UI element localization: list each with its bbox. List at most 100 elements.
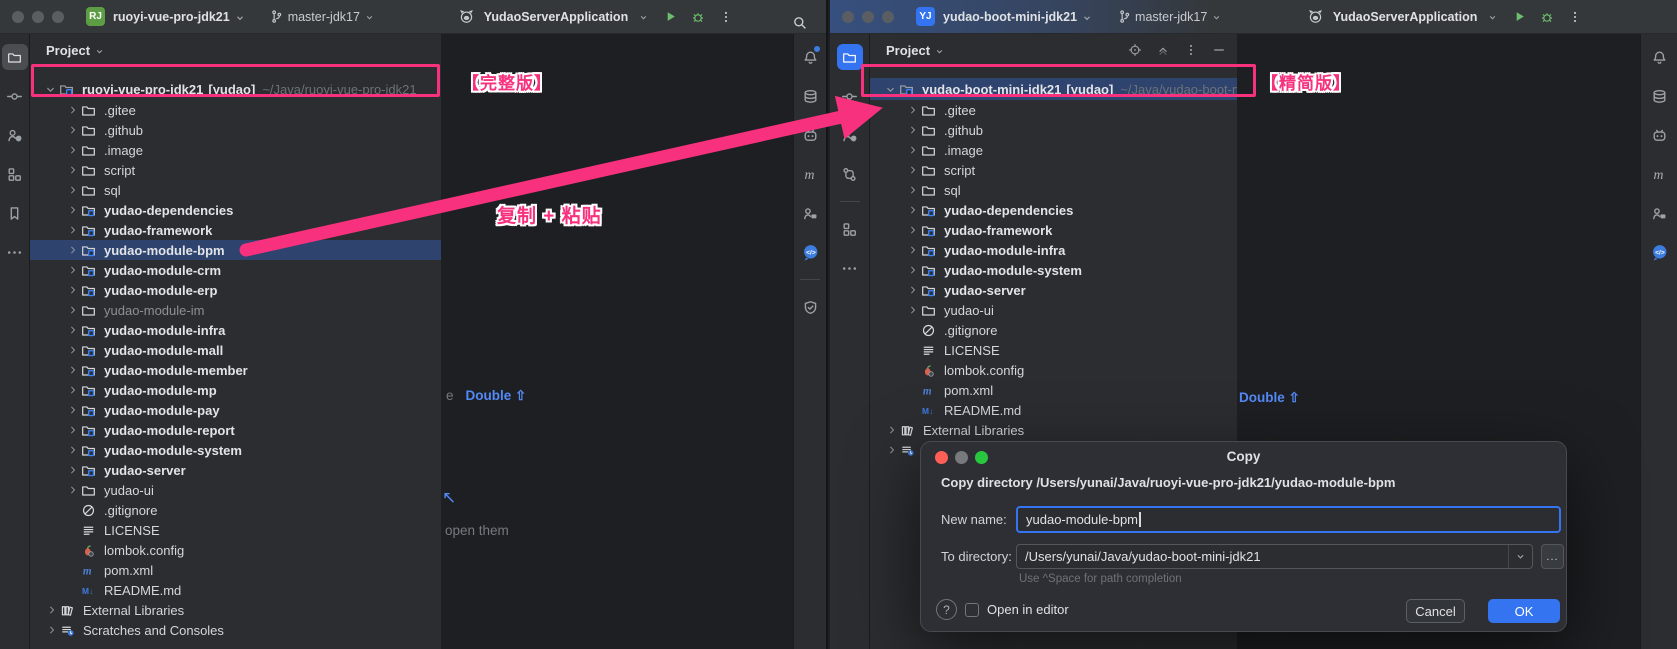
tree-item-pom.xml[interactable]: mpom.xml bbox=[30, 560, 441, 580]
chevron-right-icon[interactable] bbox=[904, 244, 921, 256]
run-play-icon[interactable] bbox=[1508, 6, 1530, 28]
tree-item-yudao-module-bpm[interactable]: yudao-module-bpm bbox=[30, 240, 441, 260]
tree-item-.github[interactable]: .github bbox=[870, 120, 1237, 140]
tree-root-ruoyi-vue-pro-jdk21[interactable]: ruoyi-vue-pro-jdk21 [yudao] ~/Java/ruoyi… bbox=[30, 78, 441, 100]
commit-icon[interactable] bbox=[2, 83, 28, 109]
open-in-editor-checkbox[interactable] bbox=[965, 603, 979, 617]
chevron-right-icon[interactable] bbox=[64, 364, 81, 376]
chevron-right-icon[interactable] bbox=[64, 224, 81, 236]
tree-item-External Libraries[interactable]: External Libraries bbox=[30, 600, 441, 620]
tree-item-.image[interactable]: .image bbox=[870, 140, 1237, 160]
chevron-right-icon[interactable] bbox=[904, 164, 921, 176]
cancel-button[interactable]: Cancel bbox=[1406, 599, 1465, 623]
chevron-right-icon[interactable] bbox=[64, 204, 81, 216]
chevron-right-icon[interactable] bbox=[64, 164, 81, 176]
structure-icon[interactable] bbox=[837, 216, 863, 242]
tree-item-README.md[interactable]: M↓README.md bbox=[30, 580, 441, 600]
ai-assistant-icon[interactable]: </> bbox=[1646, 239, 1672, 265]
tree-item-yudao-ui[interactable]: yudao-ui bbox=[30, 480, 441, 500]
notifications-icon[interactable] bbox=[797, 44, 823, 70]
tree-item-yudao-framework[interactable]: yudao-framework bbox=[30, 220, 441, 240]
tree-item-yudao-module-system[interactable]: yudao-module-system bbox=[870, 260, 1237, 280]
tree-item-yudao-module-report[interactable]: yudao-module-report bbox=[30, 420, 441, 440]
chevron-right-icon[interactable] bbox=[43, 624, 60, 636]
tree-item-External Libraries[interactable]: External Libraries bbox=[870, 420, 1237, 440]
tree-item-yudao-module-im[interactable]: yudao-module-im bbox=[30, 300, 441, 320]
tree-item-.gitignore[interactable]: .gitignore bbox=[30, 500, 441, 520]
chevron-right-icon[interactable] bbox=[904, 124, 921, 136]
docker-icon[interactable] bbox=[1646, 122, 1672, 148]
to-directory-combobox[interactable]: /Users/yunai/Java/yudao-boot-mini-jdk21 bbox=[1016, 544, 1533, 569]
branch-widget[interactable]: master-jdk17 bbox=[266, 6, 379, 28]
notifications-icon[interactable] bbox=[1646, 44, 1672, 70]
chevron-down-icon[interactable] bbox=[882, 83, 899, 96]
structure-icon[interactable] bbox=[2, 161, 28, 187]
chevron-right-icon[interactable] bbox=[64, 124, 81, 136]
run-configuration[interactable]: YudaoServerApplication bbox=[1333, 10, 1477, 24]
chevron-right-icon[interactable] bbox=[883, 424, 900, 436]
chevron-right-icon[interactable] bbox=[64, 324, 81, 336]
tree-item-README.md[interactable]: M↓README.md bbox=[870, 400, 1237, 420]
chevron-right-icon[interactable] bbox=[883, 444, 900, 456]
tree-item-lombok.config[interactable]: lombok.config bbox=[870, 360, 1237, 380]
tree-item-pom.xml[interactable]: mpom.xml bbox=[870, 380, 1237, 400]
tree-item-.github[interactable]: .github bbox=[30, 120, 441, 140]
run-play-icon[interactable] bbox=[659, 6, 681, 28]
chevron-right-icon[interactable] bbox=[64, 344, 81, 356]
bookmark-icon[interactable] bbox=[2, 200, 28, 226]
shield-icon[interactable] bbox=[797, 294, 823, 320]
tree-item-sql[interactable]: sql bbox=[870, 180, 1237, 200]
tree-item-script[interactable]: script bbox=[870, 160, 1237, 180]
tree-item-Scratches and Consoles[interactable]: Scratches and Consoles bbox=[30, 620, 441, 640]
project-folder-icon[interactable] bbox=[837, 44, 863, 70]
tree-item-script[interactable]: script bbox=[30, 160, 441, 180]
chevron-down-icon[interactable] bbox=[1508, 545, 1532, 568]
kebab-menu-icon[interactable] bbox=[1181, 40, 1201, 60]
chevron-right-icon[interactable] bbox=[64, 144, 81, 156]
chevron-right-icon[interactable] bbox=[64, 424, 81, 436]
kebab-menu-icon[interactable] bbox=[1564, 6, 1586, 28]
tree-item-.gitee[interactable]: .gitee bbox=[870, 100, 1237, 120]
commit-icon[interactable] bbox=[837, 83, 863, 109]
help-user-icon[interactable]: ? bbox=[2, 122, 28, 148]
chevron-right-icon[interactable] bbox=[64, 104, 81, 116]
chevron-right-icon[interactable] bbox=[904, 104, 921, 116]
tree-item-yudao-module-member[interactable]: yudao-module-member bbox=[30, 360, 441, 380]
tree-item-yudao-module-crm[interactable]: yudao-module-crm bbox=[30, 260, 441, 280]
tree-item-yudao-server[interactable]: yudao-server bbox=[30, 460, 441, 480]
run-configuration[interactable]: YudaoServerApplication bbox=[484, 10, 628, 24]
maximize-button[interactable] bbox=[52, 11, 64, 23]
tree-item-yudao-module-mall[interactable]: yudao-module-mall bbox=[30, 340, 441, 360]
chevron-right-icon[interactable] bbox=[64, 404, 81, 416]
tree-item-lombok.config[interactable]: lombok.config bbox=[30, 540, 441, 560]
chevron-right-icon[interactable] bbox=[64, 264, 81, 276]
tree-item-yudao-module-pay[interactable]: yudao-module-pay bbox=[30, 400, 441, 420]
hide-icon[interactable] bbox=[1209, 40, 1229, 60]
collapse-icon[interactable] bbox=[1153, 40, 1173, 60]
chevron-right-icon[interactable] bbox=[904, 204, 921, 216]
panel-title[interactable]: Project bbox=[46, 43, 90, 58]
tree-item-yudao-dependencies[interactable]: yudao-dependencies bbox=[870, 200, 1237, 220]
project-switcher[interactable]: yudao-boot-mini-jdk21 bbox=[943, 10, 1077, 24]
chevron-down-icon[interactable] bbox=[42, 83, 59, 96]
tree-item-yudao-module-infra[interactable]: yudao-module-infra bbox=[870, 240, 1237, 260]
tree-item-yudao-dependencies[interactable]: yudao-dependencies bbox=[30, 200, 441, 220]
chevron-right-icon[interactable] bbox=[64, 444, 81, 456]
docker-icon[interactable] bbox=[797, 122, 823, 148]
browse-button[interactable]: ... bbox=[1541, 544, 1564, 569]
new-name-input[interactable]: yudao-module-bpm bbox=[1016, 506, 1561, 533]
tree-item-.gitignore[interactable]: .gitignore bbox=[870, 320, 1237, 340]
chevron-right-icon[interactable] bbox=[64, 184, 81, 196]
chevron-right-icon[interactable] bbox=[64, 484, 81, 496]
tree-item-yudao-server[interactable]: yudao-server bbox=[870, 280, 1237, 300]
tree-item-yudao-module-system[interactable]: yudao-module-system bbox=[30, 440, 441, 460]
code-with-me-icon[interactable] bbox=[1646, 200, 1672, 226]
ai-assistant-icon[interactable]: </> bbox=[797, 239, 823, 265]
chevron-right-icon[interactable] bbox=[64, 284, 81, 296]
tree-item-yudao-module-mp[interactable]: yudao-module-mp bbox=[30, 380, 441, 400]
project-switcher[interactable]: ruoyi-vue-pro-jdk21 bbox=[113, 10, 230, 24]
tree-item-yudao-ui[interactable]: yudao-ui bbox=[870, 300, 1237, 320]
chevron-right-icon[interactable] bbox=[904, 144, 921, 156]
debug-bug-icon[interactable] bbox=[687, 6, 709, 28]
chevron-right-icon[interactable] bbox=[904, 264, 921, 276]
